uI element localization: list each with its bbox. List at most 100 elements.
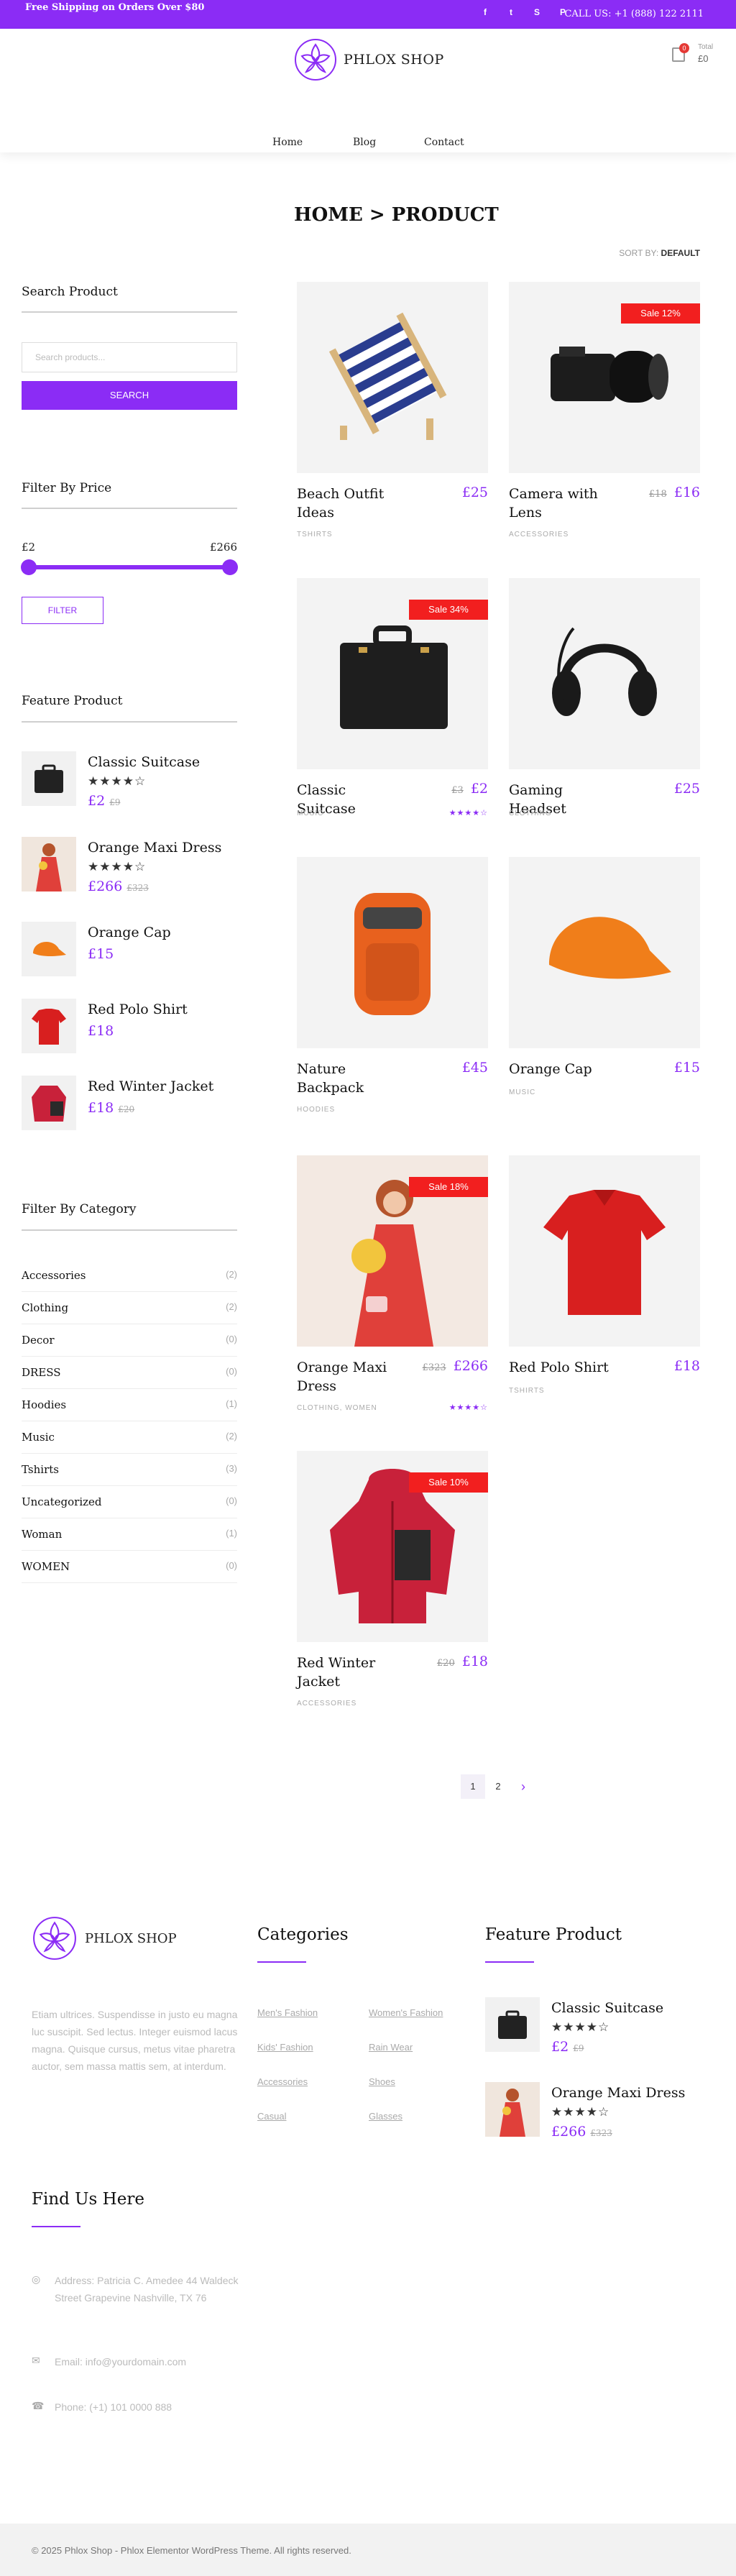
footer-link[interactable]: Accessories [257, 2076, 308, 2087]
product-category[interactable]: CLOTHING [509, 810, 552, 817]
footer-logo[interactable]: PHLOX SHOP [32, 1915, 177, 1961]
category-row[interactable]: Accessories (2) [22, 1260, 237, 1292]
camera-image[interactable]: Sale 12% [509, 282, 700, 473]
feature-item[interactable]: Classic Suitcase ★★★★☆ £2 £9 [22, 751, 237, 809]
nav-contact[interactable]: Contact [424, 137, 464, 148]
cart-count-badge: 0 [679, 43, 689, 53]
copyright-bar: © 2025 Phlox Shop - Phlox Elementor Word… [0, 2524, 736, 2576]
category-count: (0) [226, 1560, 237, 1571]
accent-rule [32, 2226, 80, 2227]
skype-icon[interactable]: S [532, 7, 542, 17]
price-slider-track[interactable] [29, 565, 230, 569]
sale-badge: Sale 18% [409, 1177, 488, 1197]
search-button[interactable]: SEARCH [22, 381, 237, 410]
product-category[interactable]: MUSIC [509, 1088, 535, 1096]
product-category[interactable]: TSHIRTS [509, 1387, 545, 1395]
category-row[interactable]: Clothing (2) [22, 1292, 237, 1324]
category-name: DRESS [22, 1366, 61, 1379]
product-category[interactable]: ACCESSORIES [297, 1700, 356, 1708]
category-row[interactable]: Decor (0) [22, 1324, 237, 1357]
category-row[interactable]: Uncategorized (0) [22, 1486, 237, 1518]
product-price: £18 £16 [649, 485, 700, 500]
feature-item[interactable]: Red Polo Shirt £18 [22, 999, 237, 1056]
facebook-icon[interactable]: f [480, 7, 490, 17]
divider [22, 1229, 237, 1231]
old-price: £9 [573, 2043, 584, 2053]
copyright-text: © 2025 Phlox Shop - Phlox Elementor Word… [32, 2545, 351, 2556]
sort-by[interactable]: SORT BY: DEFAULT [619, 248, 700, 258]
star-rating: ★★★★☆ [448, 809, 488, 817]
phone-text[interactable]: Phone: (+1) 101 0000 888 [55, 2398, 270, 2416]
backpack-image[interactable] [297, 857, 488, 1048]
price-min: £2 [22, 541, 36, 554]
footer-link[interactable]: Kids' Fashion [257, 2042, 313, 2053]
nav-blog[interactable]: Blog [353, 137, 376, 148]
feature-item-name: Red Polo Shirt [88, 1001, 188, 1017]
category-row[interactable]: WOMEN (0) [22, 1551, 237, 1583]
product-category[interactable]: CLOTHING, WOMEN [297, 1404, 377, 1412]
category-row[interactable]: Music (2) [22, 1421, 237, 1454]
feature-item-name: Classic Suitcase [551, 2000, 664, 2016]
product-name[interactable]: Red Polo Shirt [509, 1358, 617, 1377]
product-category[interactable]: MUSIC [297, 810, 323, 817]
old-price: £323 [126, 883, 149, 893]
footer-link[interactable]: Shoes [369, 2076, 395, 2087]
product-category[interactable]: HOODIES [297, 1106, 335, 1114]
feature-item[interactable]: Orange Maxi Dress ★★★★☆ £266 £323 [22, 837, 237, 894]
logo-text: PHLOX SHOP [344, 52, 444, 68]
email-text[interactable]: Email: info@yourdomain.com [55, 2353, 270, 2370]
footer-link[interactable]: Glasses [369, 2111, 402, 2122]
dress-image[interactable]: Sale 18% [297, 1155, 488, 1347]
twitter-icon[interactable]: t [506, 7, 516, 17]
page-1-link[interactable]: 1 [461, 1774, 485, 1799]
footer-feature-item[interactable]: Orange Maxi Dress ★★★★☆ £266 £323 [485, 2082, 701, 2140]
feature-item[interactable]: Red Winter Jacket £18 £20 [22, 1076, 237, 1133]
footer-link[interactable]: Rain Wear [369, 2042, 413, 2053]
next-page-icon[interactable]: › [511, 1774, 535, 1799]
product-price: £20 £18 [437, 1654, 488, 1669]
feature-item-price: £2 £9 [551, 2039, 584, 2055]
nav-home[interactable]: Home [272, 137, 303, 148]
sale-badge: Sale 34% [409, 600, 488, 620]
category-count: (0) [226, 1334, 237, 1344]
dress-thumbnail [22, 837, 76, 891]
category-row[interactable]: DRESS (0) [22, 1357, 237, 1389]
page-2-link[interactable]: 2 [486, 1774, 510, 1799]
cap-image[interactable] [509, 857, 700, 1048]
price: £15 [88, 946, 114, 962]
product-name[interactable]: Red Winter Jacket [297, 1654, 405, 1691]
category-row[interactable]: Tshirts (3) [22, 1454, 237, 1486]
headset-image[interactable] [509, 578, 700, 769]
star-rating: ★★★★☆ [551, 2105, 610, 2119]
product-name[interactable]: Camera with Lens [509, 485, 617, 522]
footer-link[interactable]: Men's Fashion [257, 2007, 318, 2018]
category-count: (1) [226, 1528, 237, 1539]
product-name[interactable]: Beach Outfit Ideas [297, 485, 405, 522]
logo[interactable]: PHLOX SHOP [293, 37, 444, 82]
category-row[interactable]: Hoodies (1) [22, 1389, 237, 1421]
polo-shirt-image[interactable] [509, 1155, 700, 1347]
category-row[interactable]: Woman (1) [22, 1518, 237, 1551]
price: £18 [88, 1100, 114, 1116]
old-price: £323 [422, 1362, 446, 1373]
price-slider-min-handle[interactable] [21, 559, 37, 575]
search-input[interactable]: Search products... [22, 342, 237, 372]
footer-link[interactable]: Women's Fashion [369, 2007, 443, 2018]
winter-jacket-image[interactable]: Sale 10% [297, 1451, 488, 1642]
category-filter-title: Filter By Category [22, 1202, 137, 1216]
product-category[interactable]: ACCESSORIES [509, 531, 569, 538]
product-name[interactable]: Orange Maxi Dress [297, 1358, 405, 1395]
feature-item[interactable]: Orange Cap £15 [22, 922, 237, 979]
filter-button[interactable]: FILTER [22, 597, 104, 624]
product-price: £45 [462, 1060, 488, 1076]
social-links: f t S P [480, 7, 568, 17]
product-name[interactable]: Nature Backpack [297, 1060, 405, 1097]
beach-chair-image[interactable] [297, 282, 488, 473]
product-name[interactable]: Orange Cap [509, 1060, 617, 1078]
footer-feature-item[interactable]: Classic Suitcase ★★★★☆ £2 £9 [485, 1997, 701, 2055]
suitcase-image[interactable]: Sale 34% [297, 578, 488, 769]
price-slider-max-handle[interactable] [222, 559, 238, 575]
footer-link[interactable]: Casual [257, 2111, 286, 2122]
product-category[interactable]: TSHIRTS [297, 531, 333, 538]
accent-rule [485, 1961, 534, 1963]
